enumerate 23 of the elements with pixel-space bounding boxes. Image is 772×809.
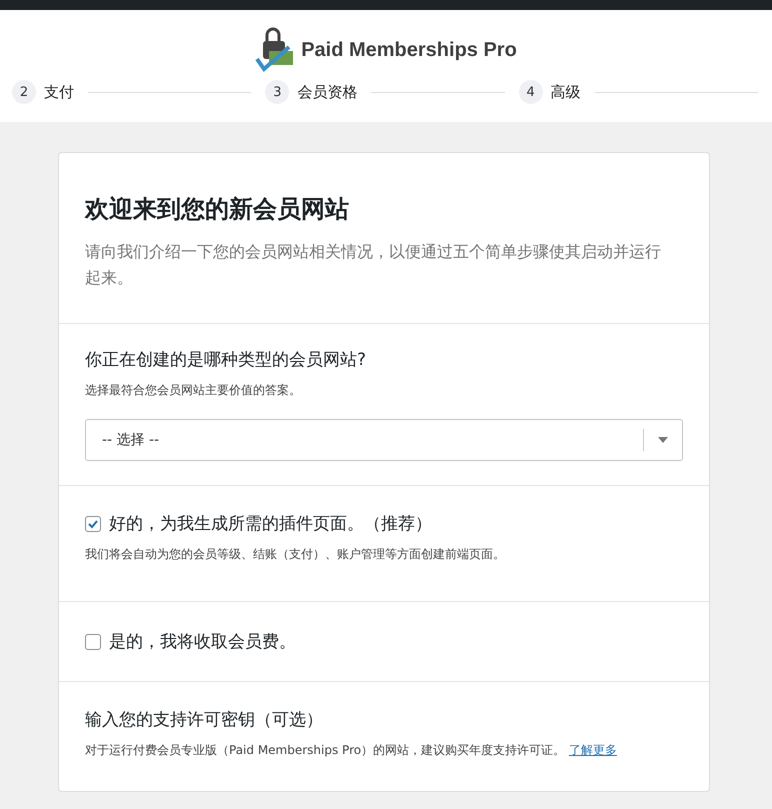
welcome-description: 请向我们介绍一下您的会员网站相关情况，以便通过五个简单步骤使其启动并运行起来。	[85, 241, 662, 289]
option-label: 是的，我将收取会员费。	[109, 631, 296, 653]
step-label: 支付	[44, 82, 74, 102]
checkbox[interactable]	[85, 634, 101, 650]
brand-name: Paid Memberships Pro	[301, 38, 517, 62]
welcome-title: 欢迎来到您的新会员网站	[85, 194, 350, 225]
checkbox[interactable]	[85, 516, 101, 532]
step-label: 高级	[550, 82, 581, 102]
option-hint: 我们将会自动为您的会员等级、结账（支付）、账户管理等方面创建前端页面。	[85, 546, 506, 563]
option-label: 好的，为我生成所需的插件页面。（推荐）	[109, 513, 432, 535]
license-description: 对于运行付费会员专业版（Paid Memberships Pro）的网站，建议购买年度支持许可证。 了解更多	[85, 742, 618, 759]
question-label: 你正在创建的是哪种类型的会员网站?	[85, 349, 368, 371]
site-type-select[interactable]: -- 选择 --	[85, 419, 683, 461]
caret-icon	[658, 437, 668, 443]
logo-icon	[255, 27, 296, 73]
license-label: 输入您的支持许可密钥（可选）	[85, 709, 324, 731]
step-number: 4	[518, 80, 543, 104]
check-icon	[87, 518, 99, 530]
step-number: 3	[265, 80, 290, 104]
step-label: 会员资格	[297, 82, 358, 102]
step-number: 2	[12, 80, 36, 104]
question-hint: 选择最符合您会员网站主要价值的答案。	[85, 382, 302, 399]
learn-more-link[interactable]: 了解更多	[568, 743, 617, 757]
